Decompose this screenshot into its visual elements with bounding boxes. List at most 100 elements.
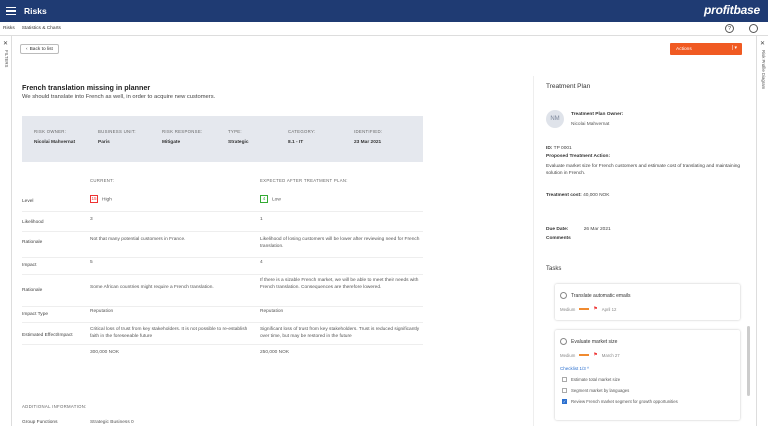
treatment-cost: Treatment cost: 40,000 NOK bbox=[546, 193, 610, 198]
current-level: 15 High bbox=[90, 195, 112, 203]
summary-risk-owner: RISK OWNER: Nicolai Mahvernat bbox=[34, 129, 76, 145]
chevron-down-icon: | ▾ bbox=[731, 45, 737, 51]
row-label-impact: Impact bbox=[22, 263, 37, 268]
proposed-action-text: Evaluate market size for French customer… bbox=[546, 164, 741, 176]
expected-rationale-impact: If there is a sizable French market, we … bbox=[260, 278, 419, 290]
row-divider bbox=[22, 322, 423, 323]
task-name: Evaluate market size bbox=[571, 338, 618, 345]
expected-rationale-likelihood: Likelihood of losing customers will be l… bbox=[260, 237, 420, 249]
checklist-checkbox[interactable] bbox=[562, 377, 567, 382]
current-amount: 300,000 NOK bbox=[90, 350, 120, 355]
actions-button[interactable]: Actions | ▾ bbox=[670, 43, 742, 55]
settings-icon[interactable] bbox=[749, 24, 758, 33]
row-divider bbox=[22, 257, 423, 258]
top-bar: Risks profitbase bbox=[0, 0, 768, 22]
task-priority: Medium bbox=[560, 306, 576, 312]
scrollbar[interactable] bbox=[747, 326, 750, 396]
expected-estimated-effect: Significant loss of trust from key stake… bbox=[260, 327, 420, 339]
summary-type: TYPE: Strategic bbox=[228, 129, 249, 145]
menu-icon[interactable] bbox=[0, 0, 22, 22]
pin-icon[interactable]: ✕ bbox=[760, 40, 765, 47]
summary-business-unit: BUSINESS UNIT: Paris bbox=[98, 129, 136, 145]
task-card[interactable]: Evaluate market size Medium ⚑ March 27 C… bbox=[555, 330, 740, 420]
risk-profile-diagram-toggle[interactable]: Risk Profile Diagram bbox=[761, 50, 766, 89]
risk-summary: RISK OWNER: Nicolai Mahvernat BUSINESS U… bbox=[22, 116, 423, 162]
column-divider bbox=[533, 76, 534, 426]
current-rationale-likelihood: Not that many potential customers in Fra… bbox=[90, 237, 186, 242]
expected-impact: 4 bbox=[260, 260, 263, 265]
checklist-checkbox-checked[interactable]: ✓ bbox=[562, 399, 567, 404]
checklist-item[interactable]: Estimate total market size bbox=[562, 377, 620, 382]
task-date: March 27 bbox=[601, 352, 620, 358]
pin-icon[interactable]: ✕ bbox=[3, 40, 8, 47]
task-date: April 12 bbox=[601, 306, 617, 312]
back-to-list-button[interactable]: ‹ Back to list bbox=[20, 44, 59, 54]
calendar-icon: ⚑ bbox=[593, 352, 598, 358]
summary-identified: IDENTIFIED: 23 Mar 2021 bbox=[354, 129, 383, 145]
additional-info-title: ADDITIONAL INFORMATION: bbox=[22, 404, 87, 409]
due-date: Due Date: 26 Mar 2021 bbox=[546, 227, 611, 232]
brand-logo: profitbase bbox=[703, 3, 760, 17]
chevron-up-icon: ^ bbox=[587, 366, 590, 371]
treatment-plan-title: Treatment Plan bbox=[546, 83, 591, 90]
task-priority: Medium bbox=[560, 352, 576, 358]
row-label-rationale: Rationale bbox=[22, 240, 43, 245]
risk-title: French translation missing in planner bbox=[22, 83, 151, 92]
row-label-impact-type: Impact Type bbox=[22, 312, 49, 317]
row-divider bbox=[22, 231, 423, 232]
breadcrumb-root[interactable]: Risks bbox=[3, 26, 15, 31]
level-badge-high: 15 bbox=[90, 195, 98, 203]
expected-level: 4 Low bbox=[260, 195, 425, 204]
comments-label: Comments bbox=[546, 236, 571, 241]
row-divider bbox=[22, 344, 423, 345]
task-complete-checkbox[interactable] bbox=[560, 292, 567, 299]
help-icon[interactable]: ? bbox=[725, 24, 734, 33]
expected-likelihood: 1 bbox=[260, 217, 263, 222]
current-impact: 5 bbox=[90, 260, 93, 265]
checklist-item[interactable]: ✓ Review French market segment for growt… bbox=[562, 399, 678, 404]
summary-category: CATEGORY: 8.1 - IT bbox=[288, 129, 316, 145]
tasks-title: Tasks bbox=[546, 266, 562, 272]
current-impact-type: Reputation bbox=[90, 309, 114, 314]
main-panel: ‹ Back to list Actions | ▾ French transl… bbox=[12, 36, 756, 426]
checklist-item[interactable]: Segment market by languages bbox=[562, 388, 629, 393]
breadcrumb: Risks Statistics & Charts ? bbox=[0, 22, 768, 36]
risk-description: We should translate into French as well,… bbox=[22, 94, 216, 100]
avatar: NM bbox=[546, 110, 564, 128]
task-name: Translate automatic emails bbox=[571, 292, 631, 299]
left-rail: ✕ FILTERS bbox=[0, 36, 12, 426]
task-card[interactable]: Translate automatic emails Medium ⚑ Apri… bbox=[555, 284, 740, 320]
current-likelihood: 3 bbox=[90, 217, 93, 222]
treatment-owner-label: Treatment Plan Owner: bbox=[571, 112, 624, 117]
row-label-rationale: Rationale bbox=[22, 288, 43, 293]
right-rail: ✕ Risk Profile Diagram bbox=[756, 36, 768, 426]
actions-label: Actions bbox=[676, 46, 692, 52]
calendar-icon: ⚑ bbox=[593, 306, 598, 312]
row-divider bbox=[22, 211, 423, 212]
row-label-level: Level bbox=[22, 199, 34, 204]
header-current: CURRENT: bbox=[90, 178, 115, 183]
group-functions-label: Group Functions bbox=[22, 420, 58, 425]
current-estimated-effect: Critical loss of trust from key stakehol… bbox=[90, 327, 248, 339]
row-divider bbox=[22, 306, 423, 307]
chevron-left-icon: ‹ bbox=[26, 46, 28, 52]
expected-amount: 250,000 NOK bbox=[260, 350, 290, 355]
back-label: Back to list bbox=[29, 46, 53, 52]
level-badge-low: 4 bbox=[260, 195, 268, 203]
checklist-checkbox[interactable] bbox=[562, 388, 567, 393]
current-rationale-impact: Some African countries might require a F… bbox=[90, 285, 214, 290]
breadcrumb-current[interactable]: Statistics & Charts bbox=[22, 26, 61, 31]
treatment-owner-name: Nicolai Mahvernat bbox=[571, 122, 610, 127]
summary-risk-response: RISK RESPONSE: Mitigate bbox=[162, 129, 203, 145]
proposed-action-label: Proposed Treatment Action: bbox=[546, 154, 611, 159]
group-functions-value: Strategic Business 0 bbox=[90, 420, 134, 425]
row-label-likelihood: Likelihood bbox=[22, 220, 44, 225]
task-complete-checkbox[interactable] bbox=[560, 338, 567, 345]
header-expected: EXPECTED AFTER TREATMENT PLAN: bbox=[260, 178, 348, 183]
treatment-id: ID: TP 0001 bbox=[546, 146, 572, 151]
filters-toggle[interactable]: FILTERS bbox=[4, 50, 9, 67]
priority-bar bbox=[579, 308, 590, 310]
row-divider bbox=[22, 274, 423, 275]
checklist-toggle[interactable]: Checklist 1/3 ^ bbox=[560, 366, 589, 371]
row-label-estimated-effect: Estimated Effect/Impact bbox=[22, 333, 73, 338]
